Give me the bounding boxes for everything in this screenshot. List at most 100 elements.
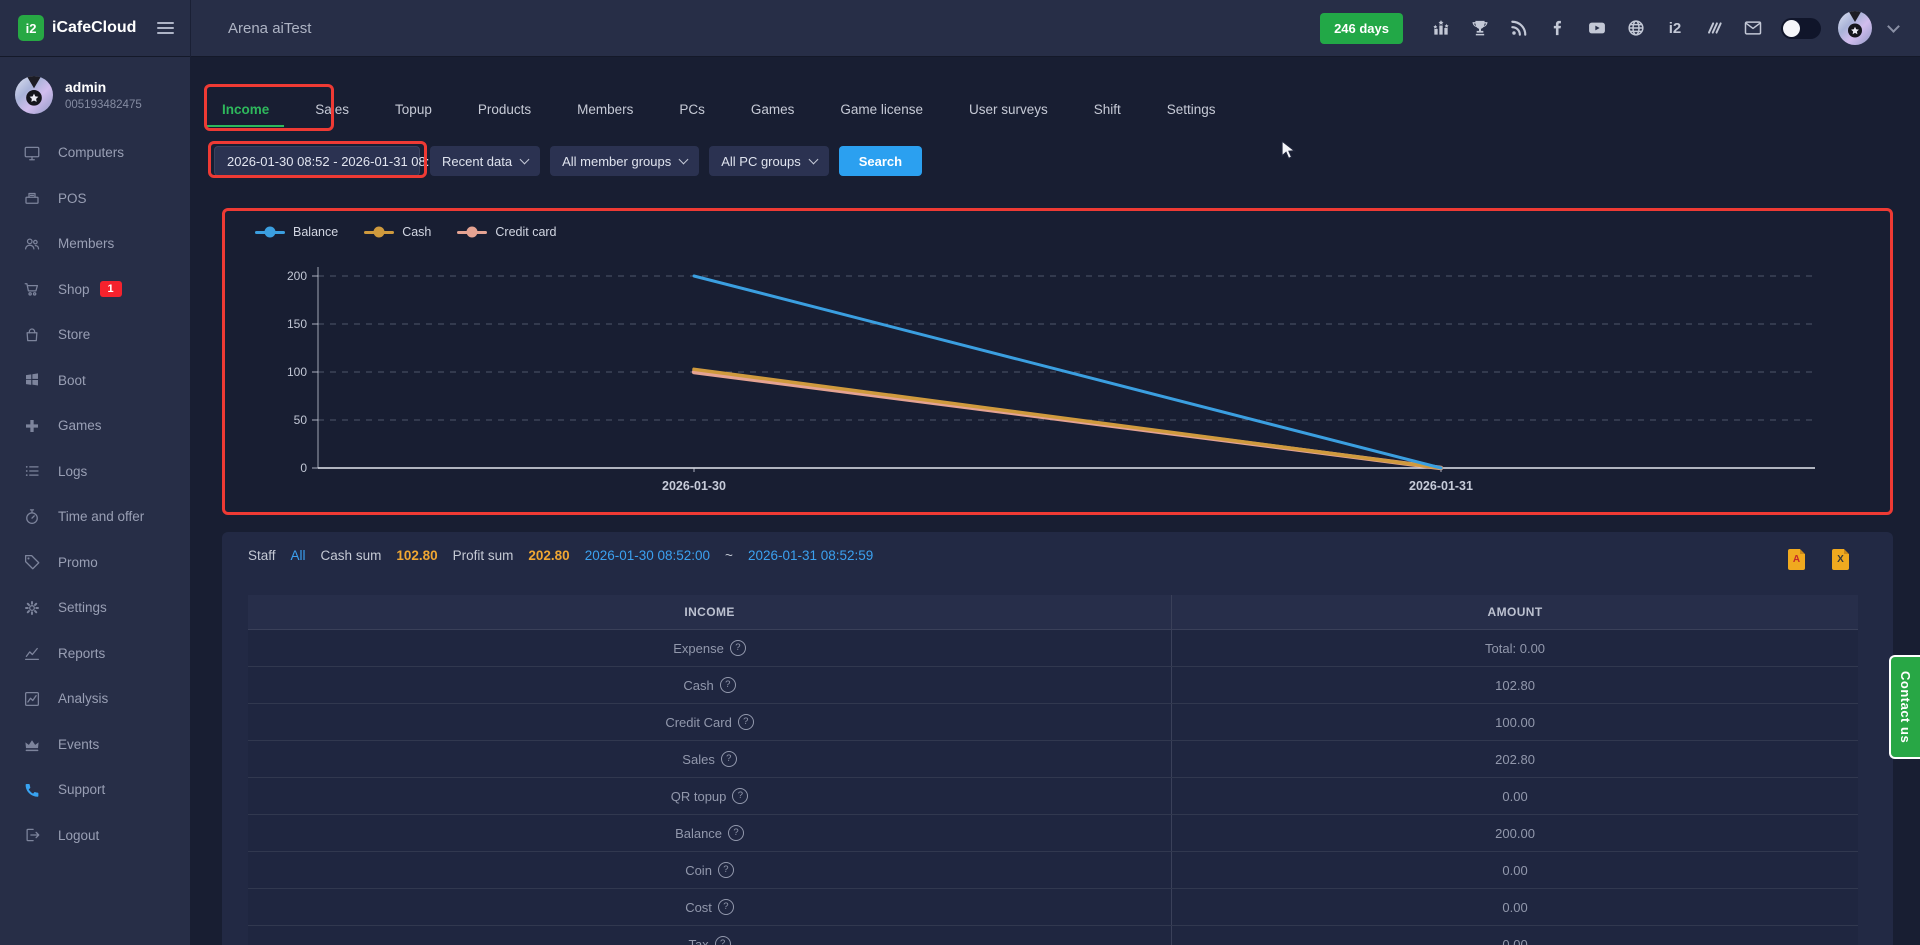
income-row-label: Balance bbox=[675, 826, 722, 841]
export-buttons: AX bbox=[1788, 549, 1849, 570]
sidebar-item-shop[interactable]: Shop1 bbox=[0, 267, 190, 313]
pc-groups-select[interactable]: All PC groups bbox=[709, 146, 828, 176]
trophy-icon[interactable] bbox=[1469, 17, 1491, 39]
sidebar-item-reports[interactable]: Reports bbox=[0, 631, 190, 677]
tab-shift[interactable]: Shift bbox=[1071, 86, 1144, 134]
facebook-icon[interactable] bbox=[1547, 17, 1569, 39]
user-avatar[interactable] bbox=[1838, 11, 1872, 45]
question-circle-icon[interactable]: ? bbox=[730, 640, 746, 656]
table-row-balance: Balance?200.00 bbox=[248, 815, 1858, 852]
chart-legend: Balance Cash Credit card bbox=[255, 225, 557, 239]
cash-sum-label: Cash sum bbox=[321, 548, 382, 563]
tab-members[interactable]: Members bbox=[554, 86, 656, 134]
theme-toggle[interactable] bbox=[1781, 18, 1821, 39]
question-circle-icon[interactable]: ? bbox=[715, 936, 731, 945]
question-circle-icon[interactable]: ? bbox=[718, 862, 734, 878]
brand-area[interactable]: i2 iCafeCloud bbox=[0, 15, 190, 41]
amount-cell: Total: 0.00 bbox=[1172, 630, 1858, 666]
tab-sales[interactable]: Sales bbox=[292, 86, 372, 134]
profile-card[interactable]: admin 005193482475 bbox=[0, 57, 190, 118]
sidebar-item-logout[interactable]: Logout bbox=[0, 813, 190, 859]
table-row-sales: Sales?202.80 bbox=[248, 741, 1858, 778]
question-circle-icon[interactable]: ? bbox=[720, 677, 736, 693]
legend-item-cash[interactable]: Cash bbox=[364, 225, 431, 239]
subscription-days-badge[interactable]: 246 days bbox=[1320, 13, 1403, 44]
summary-row: Staff All Cash sum 102.80 Profit sum 202… bbox=[248, 548, 873, 563]
pdf-file-icon[interactable]: A bbox=[1788, 549, 1805, 570]
sidebar-item-label: Logs bbox=[58, 464, 87, 479]
date-range-input[interactable]: 2026-01-30 08:52 - 2026-01-31 08:52 bbox=[214, 146, 420, 176]
recent-data-value: Recent data bbox=[442, 154, 512, 169]
sidebar-item-events[interactable]: Events bbox=[0, 722, 190, 768]
tab-pcs[interactable]: PCs bbox=[656, 86, 728, 134]
sidebar-item-members[interactable]: Members bbox=[0, 221, 190, 267]
table-row-credit-card: Credit Card?100.00 bbox=[248, 704, 1858, 741]
brand-icon[interactable] bbox=[1703, 17, 1725, 39]
sidebar-menu: ComputersPOSMembersShop1Store Boot Games Lo… bbox=[0, 130, 190, 858]
mouse-cursor bbox=[1280, 140, 1298, 160]
tab-topup[interactable]: Topup bbox=[372, 86, 455, 134]
tab-games[interactable]: Games bbox=[728, 86, 818, 134]
filter-bar: 2026-01-30 08:52 - 2026-01-31 08:52 Rece… bbox=[214, 146, 922, 176]
sidebar-item-time-and-offer[interactable]: Time and offer bbox=[0, 494, 190, 540]
rss-icon[interactable] bbox=[1508, 17, 1530, 39]
question-circle-icon[interactable]: ? bbox=[721, 751, 737, 767]
tab-user-surveys[interactable]: User surveys bbox=[946, 86, 1071, 134]
sidebar-item-boot[interactable]: Boot bbox=[0, 358, 190, 404]
hamburger-menu-icon[interactable] bbox=[157, 22, 174, 34]
windows-icon bbox=[22, 370, 42, 390]
member-groups-select[interactable]: All member groups bbox=[550, 146, 699, 176]
tab-products[interactable]: Products bbox=[455, 86, 554, 134]
table-row-expense: Expense?Total: 0.00 bbox=[248, 630, 1858, 667]
monitor-icon bbox=[22, 143, 42, 163]
question-circle-icon[interactable]: ? bbox=[728, 825, 744, 841]
amount-cell: 0.00 bbox=[1172, 852, 1858, 888]
question-circle-icon[interactable]: ? bbox=[738, 714, 754, 730]
sidebar-item-pos[interactable]: POS bbox=[0, 176, 190, 222]
sidebar-item-label: Analysis bbox=[58, 691, 108, 706]
globe-icon[interactable] bbox=[1625, 17, 1647, 39]
sidebar-item-store[interactable]: Store bbox=[0, 312, 190, 358]
question-circle-icon[interactable]: ? bbox=[732, 788, 748, 804]
sidebar-item-promo[interactable]: Promo bbox=[0, 540, 190, 586]
store-bag-icon bbox=[22, 325, 42, 345]
sidebar-item-analysis[interactable]: Analysis bbox=[0, 676, 190, 722]
sidebar-item-logs[interactable]: Logs bbox=[0, 449, 190, 495]
contact-us-button[interactable]: Contact us bbox=[1889, 655, 1920, 759]
profit-sum-value: 202.80 bbox=[528, 548, 569, 563]
sidebar-item-label: Support bbox=[58, 782, 105, 797]
sidebar-item-support[interactable]: Support bbox=[0, 767, 190, 813]
search-button[interactable]: Search bbox=[839, 146, 922, 176]
sidebar-item-settings[interactable]: Settings bbox=[0, 585, 190, 631]
sidebar-item-label: Time and offer bbox=[58, 509, 144, 524]
series-line-cash bbox=[694, 369, 1441, 468]
legend-label: Credit card bbox=[495, 225, 556, 239]
tab-settings[interactable]: Settings bbox=[1144, 86, 1239, 134]
staff-filter-value[interactable]: All bbox=[291, 548, 306, 563]
income-line-chart: 0501001502002026-01-302026-01-31 bbox=[225, 211, 1890, 512]
sidebar-item-label: Boot bbox=[58, 373, 86, 388]
chevron-down-icon[interactable] bbox=[1887, 20, 1900, 33]
range-start: 2026-01-30 08:52:00 bbox=[585, 548, 710, 563]
legend-item-balance[interactable]: Balance bbox=[255, 225, 338, 239]
members-icon bbox=[22, 234, 42, 254]
amount-cell: 0.00 bbox=[1172, 778, 1858, 814]
legend-item-credit-card[interactable]: Credit card bbox=[457, 225, 556, 239]
recent-data-select[interactable]: Recent data bbox=[430, 146, 540, 176]
brand-name: iCafeCloud bbox=[52, 19, 136, 37]
question-circle-icon[interactable]: ? bbox=[718, 899, 734, 915]
page-title: Arena aiTest bbox=[228, 20, 311, 37]
youtube-icon[interactable] bbox=[1586, 17, 1608, 39]
icafecloud-icon[interactable]: i2 bbox=[1664, 17, 1686, 39]
mail-icon[interactable] bbox=[1742, 17, 1764, 39]
xls-file-icon[interactable]: X bbox=[1832, 549, 1849, 570]
sidebar-item-computers[interactable]: Computers bbox=[0, 130, 190, 176]
tab-game-license[interactable]: Game license bbox=[817, 86, 946, 134]
ranking-icon[interactable] bbox=[1430, 17, 1452, 39]
tab-income[interactable]: Income bbox=[199, 86, 292, 134]
file-type-letter: X bbox=[1837, 554, 1844, 565]
sidebar-item-label: Shop bbox=[58, 282, 90, 297]
sidebar-item-games[interactable]: Games bbox=[0, 403, 190, 449]
contact-us-label: Contact us bbox=[1898, 671, 1913, 743]
legend-swatch bbox=[364, 231, 394, 234]
